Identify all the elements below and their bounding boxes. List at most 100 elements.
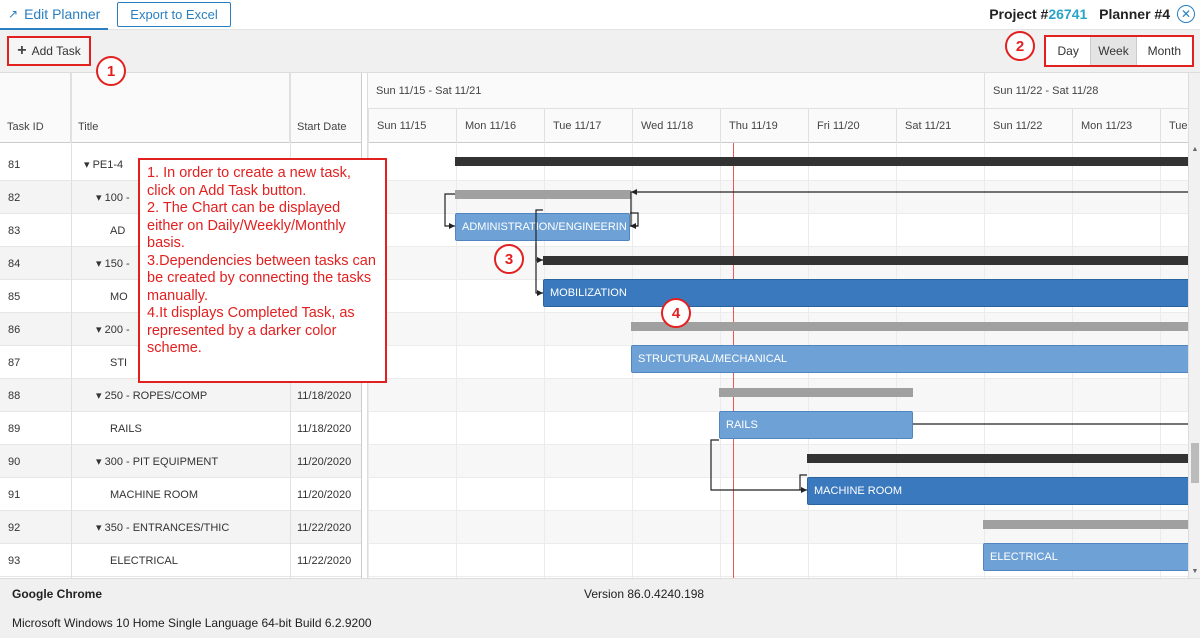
view-day-button[interactable]: Day: [1046, 37, 1092, 65]
add-task-button[interactable]: + Add Task: [7, 36, 91, 66]
summary-bar-200[interactable]: [631, 322, 1188, 331]
task-id-cell: 93: [8, 554, 21, 567]
summary-bar-250[interactable]: [719, 388, 913, 397]
week-label: Sun 11/15 - Sat 11/21: [376, 85, 482, 97]
scroll-up-arrow-icon[interactable]: ▲: [1189, 143, 1200, 155]
project-info: Project #26741 Planner #4: [989, 6, 1170, 22]
annotation-line: 2. The Chart can be displayed either on …: [147, 200, 346, 251]
grid-header: Task ID Title Start Date: [0, 73, 361, 143]
browser-version: Version 86.0.4240.198: [584, 587, 705, 601]
table-row[interactable]: 93 ELECTRICAL 11/22/2020: [0, 544, 361, 577]
task-bar-administration[interactable]: ADMINISTRATION/ENGINEERIN: [455, 213, 630, 241]
planner-window: ↗ Edit Planner Export to Excel Project #…: [0, 0, 1200, 638]
close-icon[interactable]: ✕: [1177, 5, 1195, 23]
day-label: Thu 11/19: [720, 109, 808, 143]
view-switcher: Day Week Month: [1044, 35, 1194, 67]
day-label: Fri 11/20: [808, 109, 896, 143]
project-number-link[interactable]: 26741: [1048, 6, 1087, 22]
task-id-cell: 85: [8, 290, 21, 303]
callout-badge-1: 1: [96, 56, 126, 86]
tab-edit-planner[interactable]: ↗ Edit Planner: [0, 0, 108, 30]
task-title-cell[interactable]: ▾ 250 - ROPES/COMP: [96, 379, 306, 412]
column-divider: [71, 73, 72, 578]
task-bar-machine-room[interactable]: MACHINE ROOM: [807, 477, 1188, 505]
task-id-cell: 89: [8, 422, 21, 435]
day-gridline: [544, 143, 545, 578]
browser-name: Google Chrome: [12, 587, 103, 601]
task-id-cell: 90: [8, 455, 21, 468]
task-bar-mobilization[interactable]: MOBILIZATION: [543, 279, 1188, 307]
day-label: Mon 11/16: [456, 109, 544, 143]
summary-bar-100[interactable]: [455, 190, 631, 199]
task-start-date-cell: 11/20/2020: [297, 488, 352, 501]
day-label: Sat 11/21: [896, 109, 984, 143]
task-id-cell: 84: [8, 257, 21, 270]
task-start-date-cell: 11/18/2020: [297, 389, 352, 402]
callout-badge-3: 3: [494, 244, 524, 274]
task-id-cell: 92: [8, 521, 21, 534]
summary-bar-300[interactable]: [807, 454, 1188, 463]
task-id-cell: 81: [8, 158, 21, 171]
task-id-cell: 88: [8, 389, 21, 402]
task-title-cell[interactable]: ▾ 300 - PIT EQUIPMENT: [96, 445, 306, 478]
scroll-thumb[interactable]: [1191, 443, 1199, 483]
edit-tab-label: Edit Planner: [24, 6, 101, 22]
annotation-line: 4.It displays Completed Task, as represe…: [147, 305, 355, 356]
day-label: Mon 11/23: [1072, 109, 1160, 143]
table-row[interactable]: 88 ▾ 250 - ROPES/COMP 11/18/2020: [0, 379, 361, 412]
summary-bar-350[interactable]: [983, 520, 1188, 529]
task-title-cell[interactable]: ELECTRICAL: [110, 544, 320, 577]
task-id-cell: 86: [8, 323, 21, 336]
day-label: Sun 11/22: [984, 109, 1072, 143]
gantt-chart: Sun 11/15 - Sat 11/21 Sun 11/22 - Sat 11…: [367, 73, 1188, 578]
project-label: Project #: [989, 6, 1049, 22]
day-label: Wed 11/18: [632, 109, 720, 143]
gantt-week-header: Sun 11/15 - Sat 11/21 Sun 11/22 - Sat 11…: [368, 73, 1188, 109]
table-row[interactable]: 92 ▾ 350 - ENTRANCES/THIC 11/22/2020: [0, 511, 361, 544]
task-bar-rails[interactable]: RAILS: [719, 411, 913, 439]
annotation-line: 3.Dependencies between tasks can be crea…: [147, 252, 376, 304]
task-bar-structural-mechanical[interactable]: STRUCTURAL/MECHANICAL: [631, 345, 1188, 373]
add-task-label: Add Task: [31, 44, 81, 58]
task-id-cell: 82: [8, 191, 21, 204]
task-id-cell: 91: [8, 488, 21, 501]
task-title-cell[interactable]: MACHINE ROOM: [110, 478, 320, 511]
task-start-date-cell: 11/22/2020: [297, 554, 352, 567]
callout-badge-2: 2: [1005, 31, 1035, 61]
week-label: Sun 11/22 - Sat 11/28: [984, 73, 1098, 109]
gantt-day-header: Sun 11/15 Mon 11/16 Tue 11/17 Wed 11/18 Thu …: [368, 109, 1188, 143]
export-to-excel-button[interactable]: Export to Excel: [117, 2, 231, 27]
day-label: Tue: [1160, 109, 1188, 143]
trend-line-icon: ↗: [8, 7, 19, 21]
view-month-button[interactable]: Month: [1137, 37, 1192, 65]
table-row[interactable]: 90 ▾ 300 - PIT EQUIPMENT 11/20/2020: [0, 445, 361, 478]
system-info-footer: Google Chrome Version 86.0.4240.198 Micr…: [0, 578, 1200, 638]
planner-label: Planner #4: [1099, 6, 1170, 22]
table-row[interactable]: 89 RAILS 11/18/2020: [0, 412, 361, 445]
annotation-line: 1. In order to create a new task, click …: [147, 165, 351, 199]
task-id-cell: 83: [8, 224, 21, 237]
view-week-button[interactable]: Week: [1091, 37, 1137, 65]
column-header-task-id[interactable]: Task ID: [0, 73, 71, 143]
task-start-date-cell: 11/20/2020: [297, 455, 352, 468]
annotation-note: 1. In order to create a new task, click …: [138, 158, 387, 383]
summary-bar-pe1-4[interactable]: [455, 157, 1188, 166]
os-info: Microsoft Windows 10 Home Single Languag…: [12, 616, 372, 630]
task-title-cell[interactable]: ▾ 350 - ENTRANCES/THIC: [96, 511, 306, 544]
top-bar: ↗ Edit Planner Export to Excel Project #…: [0, 0, 1200, 30]
column-header-start-date[interactable]: Start Date: [290, 73, 361, 143]
table-row[interactable]: 91 MACHINE ROOM 11/20/2020: [0, 478, 361, 511]
scroll-down-arrow-icon[interactable]: ▼: [1189, 565, 1200, 577]
day-label: Sun 11/15: [368, 109, 456, 143]
task-start-date-cell: 11/22/2020: [297, 521, 352, 534]
task-start-date-cell: 11/18/2020: [297, 422, 352, 435]
task-title-cell[interactable]: RAILS: [110, 412, 320, 445]
day-gridline: [456, 143, 457, 578]
plus-icon: +: [17, 42, 27, 59]
task-bar-electrical[interactable]: ELECTRICAL: [983, 543, 1188, 571]
summary-bar-150[interactable]: [543, 256, 1188, 265]
vertical-scrollbar[interactable]: ▲ ▼: [1188, 73, 1200, 578]
task-id-cell: 87: [8, 356, 21, 369]
callout-badge-4: 4: [661, 298, 691, 328]
day-label: Tue 11/17: [544, 109, 632, 143]
